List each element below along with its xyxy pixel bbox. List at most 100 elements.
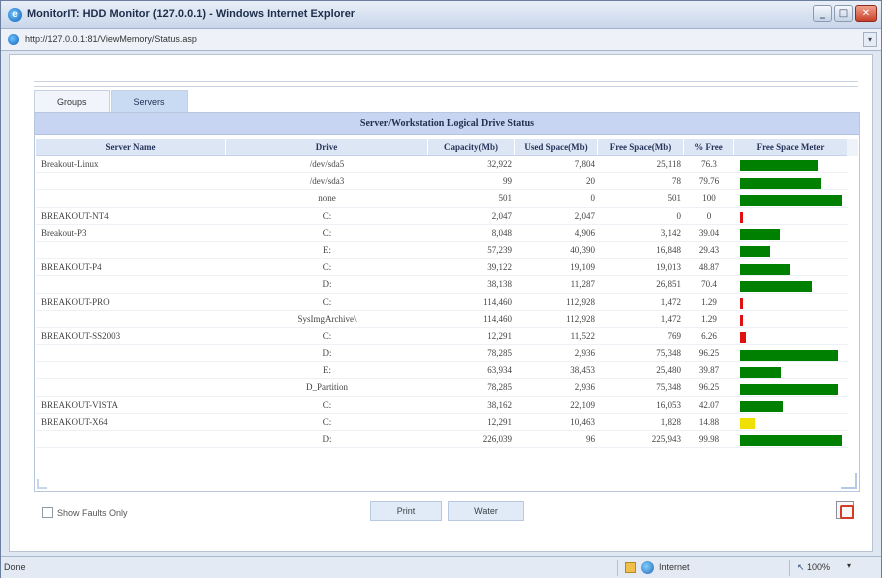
cell-free-space-meter xyxy=(734,294,848,310)
table-row[interactable]: SysImgArchive\ 114,460 112,928 1,472 1.29 xyxy=(36,311,848,328)
cell-drive: /dev/sda5 xyxy=(309,159,345,169)
cell-drive: C: xyxy=(322,330,332,341)
close-button[interactable]: ✕ xyxy=(855,5,877,22)
table-row[interactable]: none 501 0 501 100 xyxy=(36,190,848,208)
cell-used-space: 38,453 xyxy=(570,365,595,376)
minimize-button[interactable]: _ xyxy=(813,5,832,22)
cell-used-space: 4,906 xyxy=(574,227,595,238)
table-row[interactable]: Breakout-P3 C: 8,048 4,906 3,142 39.04 xyxy=(36,225,848,242)
tab-groups[interactable]: Groups xyxy=(34,90,110,112)
cell-server-name: BREAKOUT-SS2003 xyxy=(41,330,121,341)
cell-capacity: 8,048 xyxy=(491,227,512,238)
cell-free-space: 501 xyxy=(667,193,682,204)
cell-capacity: 12,291 xyxy=(487,330,512,341)
cell-drive: D: xyxy=(322,279,332,290)
panel-title: Server/Workstation Logical Drive Status xyxy=(35,113,859,135)
table-row[interactable]: BREAKOUT-P4 C: 39,122 19,109 19,013 48.87 xyxy=(36,259,848,277)
page-content: Groups Servers Server/Workstation Logica… xyxy=(9,54,873,552)
table-row[interactable]: E: 63,934 38,453 25,480 39.87 xyxy=(36,362,848,380)
cell-free-space-meter xyxy=(734,276,848,292)
column-header-server-name[interactable]: Server Name xyxy=(36,139,226,155)
cell-free-space-meter xyxy=(734,397,848,413)
table-row[interactable]: BREAKOUT-PRO C: 114,460 112,928 1,472 1.29 xyxy=(36,294,848,311)
address-url[interactable]: http://127.0.0.1:81/ViewMemory/Status.as… xyxy=(25,34,197,44)
cell-free-space: 75,348 xyxy=(656,382,681,393)
cell-capacity: 226,039 xyxy=(482,434,512,444)
table-row[interactable]: BREAKOUT-SS2003 C: 12,291 11,522 769 6.26 xyxy=(36,328,848,346)
table-row[interactable]: BREAKOUT-NT4 C: 2,047 2,047 0 0 xyxy=(36,208,848,225)
cell-capacity: 57,239 xyxy=(487,244,512,255)
cell-drive: C: xyxy=(322,416,332,427)
maximize-button[interactable]: □ xyxy=(834,5,853,22)
chevron-down-icon[interactable]: ▾ xyxy=(863,32,877,47)
cell-percent-free: 48.87 xyxy=(698,262,720,273)
column-header-capacity[interactable]: Capacity(Mb) xyxy=(428,139,515,155)
divider xyxy=(617,560,618,576)
cell-percent-free: 1.29 xyxy=(701,313,717,324)
free-space-meter-bar xyxy=(740,280,812,292)
cell-free-space-meter xyxy=(734,379,848,395)
cell-used-space: 10,463 xyxy=(570,416,595,427)
cell-used-space: 40,390 xyxy=(570,244,595,255)
cell-capacity: 38,162 xyxy=(487,399,512,410)
cell-free-space-meter xyxy=(734,156,848,172)
column-header-used-space[interactable]: Used Space(Mb) xyxy=(515,139,598,155)
cell-drive: E: xyxy=(323,244,331,255)
resize-handle[interactable] xyxy=(841,473,857,489)
cell-percent-free: 70.4 xyxy=(701,279,717,290)
scrollbar[interactable] xyxy=(847,139,858,156)
address-bar[interactable]: http://127.0.0.1:81/ViewMemory/Status.as… xyxy=(1,29,881,51)
free-space-meter-bar xyxy=(740,383,839,395)
column-header-percent-free[interactable]: % Free xyxy=(684,139,734,155)
water-button[interactable]: Water xyxy=(448,501,524,521)
cell-capacity: 114,460 xyxy=(483,313,512,324)
cell-free-space: 16,848 xyxy=(656,244,681,255)
cell-percent-free: 1.29 xyxy=(701,296,717,307)
table-row[interactable]: Breakout-Linux/dev/sda5 32,922 7,804 25,118… xyxy=(36,156,848,174)
cell-server-name xyxy=(36,190,226,206)
print-button[interactable]: Print xyxy=(370,501,442,521)
divider xyxy=(789,560,790,576)
show-faults-toggle[interactable]: Show Faults Only xyxy=(42,507,128,518)
zoom-level[interactable]: 100% xyxy=(807,562,830,572)
cell-capacity: 39,122 xyxy=(487,262,512,273)
table-row[interactable]: D_Partition 78,285 2,936 75,348 96.25 xyxy=(36,379,848,397)
cell-free-space: 78 xyxy=(672,176,681,187)
browser-window: e MonitorIT: HDD Monitor (127.0.0.1) - W… xyxy=(0,0,882,578)
cell-percent-free: 99.98 xyxy=(698,434,720,444)
cell-free-space: 3,142 xyxy=(660,227,681,238)
cell-server-name: BREAKOUT-X64 xyxy=(41,416,108,427)
chevron-down-icon[interactable]: ▾ xyxy=(847,561,851,570)
table-row[interactable]: D: 78,285 2,936 75,348 96.25 xyxy=(36,345,848,363)
ie-logo-icon: e xyxy=(8,8,22,22)
security-zone[interactable]: Internet xyxy=(659,562,690,572)
cell-used-space: 96 xyxy=(586,434,595,444)
cell-free-space: 26,851 xyxy=(656,279,681,290)
free-space-meter-bar xyxy=(740,435,842,447)
cell-free-space-meter xyxy=(734,190,848,206)
tab-servers[interactable]: Servers xyxy=(110,90,188,112)
cell-free-space-meter xyxy=(734,173,848,189)
table-row[interactable]: D: 38,138 11,287 26,851 70.4 xyxy=(36,276,848,294)
cell-server-name xyxy=(36,379,226,395)
table-row[interactable]: BREAKOUT-VISTA C: 38,162 22,109 16,053 42.07 xyxy=(36,397,848,414)
column-header-drive[interactable]: Drive xyxy=(226,139,428,155)
page-icon xyxy=(8,34,19,45)
show-faults-checkbox[interactable] xyxy=(42,507,53,518)
cell-used-space: 0 xyxy=(590,193,596,204)
table-row[interactable]: /dev/sda3 99 20 78 79.76 xyxy=(36,173,848,191)
free-space-meter-bar xyxy=(740,349,839,361)
title-bar: e MonitorIT: HDD Monitor (127.0.0.1) - W… xyxy=(1,1,881,29)
column-header-free-space[interactable]: Free Space(Mb) xyxy=(598,139,684,155)
cell-free-space: 75,348 xyxy=(656,348,681,359)
table-row[interactable]: E: 57,239 40,390 16,848 29.43 xyxy=(36,242,848,260)
cell-capacity: 114,460 xyxy=(483,296,512,307)
cell-free-space: 1,472 xyxy=(660,313,681,324)
table-row[interactable]: BREAKOUT-X64 C: 12,291 10,463 1,828 14.88 xyxy=(36,414,848,431)
export-icon[interactable] xyxy=(836,501,854,519)
cell-capacity: 99 xyxy=(503,176,512,187)
table-row[interactable]: D: 226,039 96 225,943 99.98 xyxy=(36,431,848,449)
cell-drive: C: xyxy=(322,399,332,410)
cell-capacity: 2,047 xyxy=(491,210,512,221)
column-header-free-space-meter[interactable]: Free Space Meter xyxy=(734,139,848,155)
